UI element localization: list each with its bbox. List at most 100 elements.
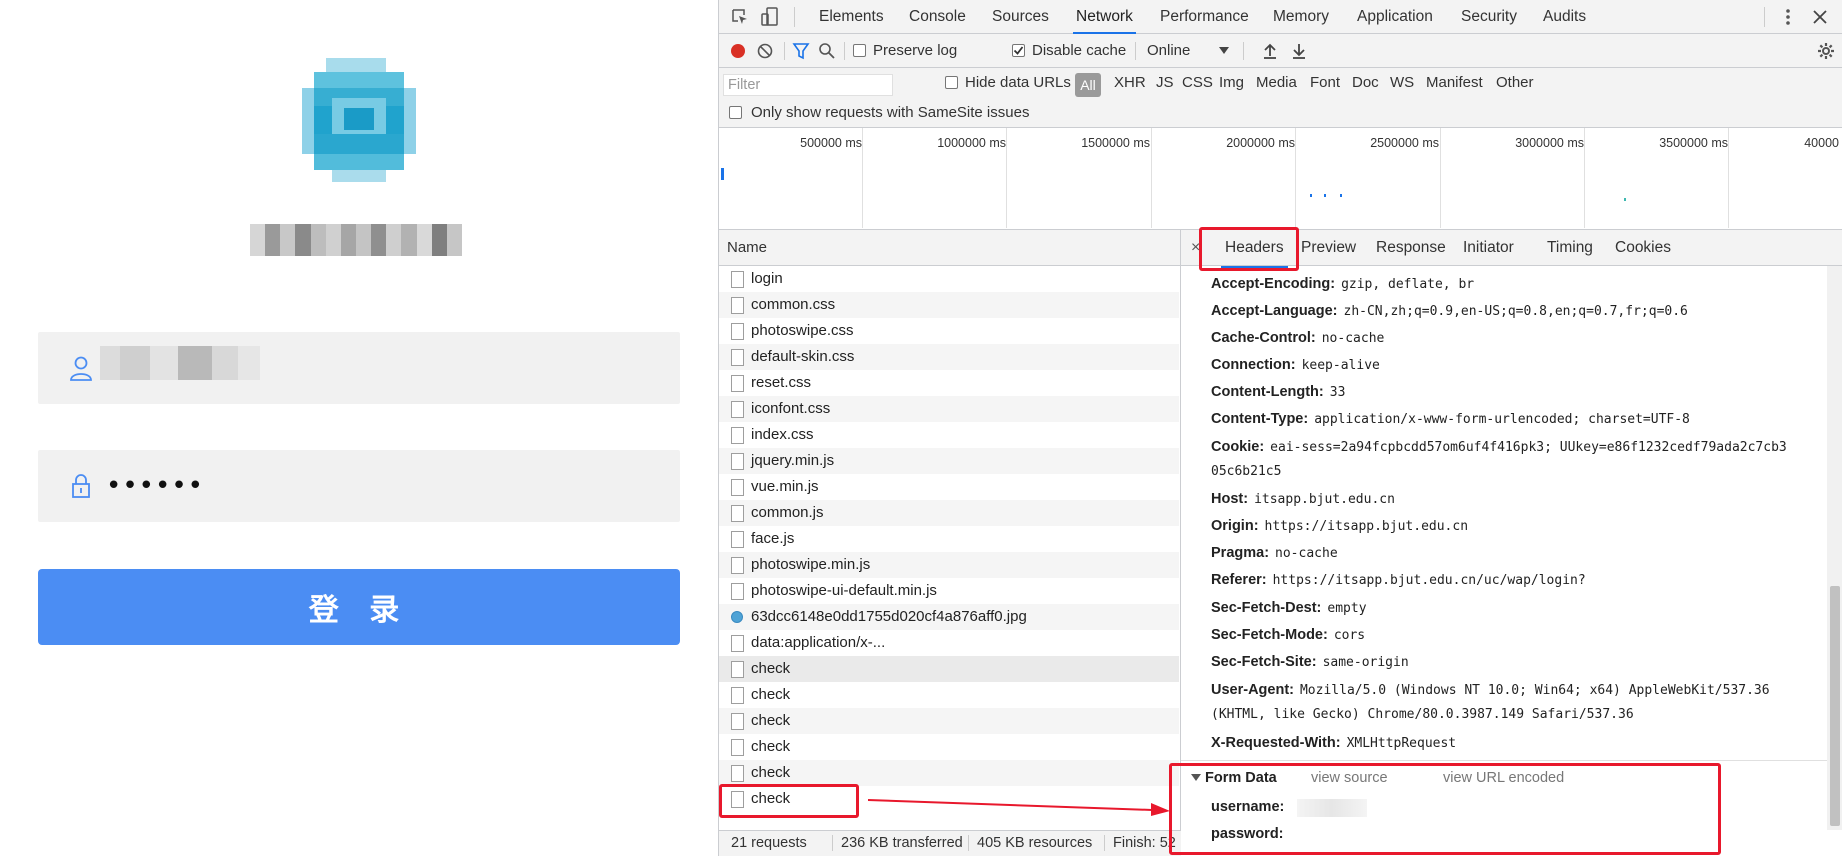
type-filter-ws[interactable]: WS <box>1390 74 1414 91</box>
type-filter-img[interactable]: Img <box>1219 74 1244 91</box>
request-row[interactable]: default-skin.css <box>719 344 1179 370</box>
close-devtools-icon[interactable] <box>1813 10 1827 24</box>
user-icon <box>70 356 92 381</box>
tab-elements[interactable]: Elements <box>819 0 884 34</box>
type-filter-media[interactable]: Media <box>1256 74 1297 91</box>
blurred-username <box>100 346 260 380</box>
request-row[interactable]: check <box>719 760 1179 786</box>
throttle-select[interactable]: Online <box>1147 42 1190 59</box>
scrollbar-thumb[interactable] <box>1830 586 1840 826</box>
request-row[interactable]: index.css <box>719 422 1179 448</box>
request-row[interactable]: check <box>719 734 1179 760</box>
request-row[interactable]: photoswipe-ui-default.min.js <box>719 578 1179 604</box>
type-filter-other[interactable]: Other <box>1496 74 1534 91</box>
tab-application[interactable]: Application <box>1357 0 1433 34</box>
inspect-element-icon[interactable] <box>731 8 749 26</box>
request-name: photoswipe.css <box>751 322 854 339</box>
password-field[interactable]: •••••• <box>38 450 680 522</box>
tab-security[interactable]: Security <box>1461 0 1517 34</box>
username-field[interactable] <box>38 332 680 404</box>
more-options-icon[interactable] <box>1785 8 1791 26</box>
disable-cache-checkbox[interactable] <box>1012 44 1025 57</box>
request-row[interactable]: common.css <box>719 292 1179 318</box>
request-name: reset.css <box>751 374 812 391</box>
tab-sources[interactable]: Sources <box>992 0 1049 34</box>
request-row[interactable]: reset.css <box>719 370 1179 396</box>
request-name: check <box>751 738 791 755</box>
timeline-tick: 3500000 ms <box>1659 136 1728 150</box>
hide-data-urls-checkbox[interactable] <box>945 76 958 89</box>
tab-performance[interactable]: Performance <box>1160 0 1249 34</box>
request-name: check <box>751 764 791 781</box>
request-row[interactable]: check <box>719 656 1179 682</box>
request-name: jquery.min.js <box>751 452 835 469</box>
tab-timing[interactable]: Timing <box>1547 230 1593 266</box>
clear-icon[interactable] <box>756 42 774 60</box>
type-filter-css[interactable]: CSS <box>1182 74 1213 91</box>
network-toolbar: Preserve log Disable cache Online <box>719 34 1842 68</box>
header-line: Pragma: no-cache <box>1211 545 1338 561</box>
request-name: check <box>751 686 791 703</box>
name-column-header[interactable]: Name <box>719 230 1180 266</box>
header-line: Origin: https://itsapp.bjut.edu.cn <box>1211 518 1469 534</box>
timeline-tick: 2500000 ms <box>1370 136 1439 150</box>
header-line: Sec-Fetch-Dest: empty <box>1211 600 1367 616</box>
tab-preview[interactable]: Preview <box>1301 230 1356 266</box>
request-row[interactable]: login <box>719 266 1179 292</box>
request-row[interactable]: face.js <box>719 526 1179 552</box>
request-row[interactable]: photoswipe.css <box>719 318 1179 344</box>
chevron-down-icon[interactable] <box>1219 47 1229 55</box>
filter-icon[interactable] <box>792 42 810 60</box>
preserve-log-checkbox[interactable] <box>853 44 866 57</box>
preserve-log-label: Preserve log <box>873 42 958 59</box>
settings-gear-icon[interactable] <box>1817 42 1835 60</box>
blurred-logo <box>302 58 416 182</box>
request-row[interactable]: check <box>719 708 1179 734</box>
type-filter-all[interactable]: All <box>1075 73 1101 97</box>
filter-input[interactable]: Filter <box>723 74 893 96</box>
request-row[interactable]: jquery.min.js <box>719 448 1179 474</box>
request-row[interactable]: vue.min.js <box>719 474 1179 500</box>
request-name: index.css <box>751 426 814 443</box>
type-filter-manifest[interactable]: Manifest <box>1426 74 1483 91</box>
tab-initiator[interactable]: Initiator <box>1463 230 1514 266</box>
tab-network[interactable]: Network <box>1073 0 1136 34</box>
tab-cookies[interactable]: Cookies <box>1615 230 1671 266</box>
samesite-checkbox[interactable] <box>729 106 742 119</box>
import-har-icon[interactable] <box>1262 42 1278 60</box>
login-button[interactable]: 登 录 <box>38 569 680 645</box>
request-row[interactable]: common.js <box>719 500 1179 526</box>
search-icon[interactable] <box>818 42 836 60</box>
timeline-request-mark <box>721 168 724 180</box>
type-filter-xhr[interactable]: XHR <box>1114 74 1146 91</box>
header-line: Referer: https://itsapp.bjut.edu.cn/uc/wa… <box>1211 572 1586 588</box>
annotation-headers-box <box>1199 227 1299 271</box>
network-filter-bar: Filter Hide data URLs All XHR JS CSS Img… <box>719 68 1842 128</box>
tab-response[interactable]: Response <box>1376 230 1446 266</box>
tab-audits[interactable]: Audits <box>1543 0 1586 34</box>
request-row[interactable]: check <box>719 682 1179 708</box>
request-row[interactable]: 63dcc6148e0dd1755d020cf4a876aff0.jpg <box>719 604 1179 630</box>
request-row[interactable]: iconfont.css <box>719 396 1179 422</box>
type-filter-js[interactable]: JS <box>1156 74 1174 91</box>
record-icon[interactable] <box>729 42 747 60</box>
tab-memory[interactable]: Memory <box>1273 0 1329 34</box>
timeline-overview[interactable]: 500000 ms 1000000 ms 1500000 ms 2000000 … <box>719 128 1842 230</box>
header-line: Host: itsapp.bjut.edu.cn <box>1211 491 1395 507</box>
request-name: iconfont.css <box>751 400 831 417</box>
login-page: •••••• 登 录 <box>0 0 718 856</box>
export-har-icon[interactable] <box>1291 42 1307 60</box>
request-name: photoswipe.min.js <box>751 556 871 573</box>
request-row[interactable]: photoswipe.min.js <box>719 552 1179 578</box>
type-filter-font[interactable]: Font <box>1310 74 1340 91</box>
request-name: check <box>751 660 791 677</box>
details-scrollbar[interactable] <box>1827 266 1842 830</box>
header-line: X-Requested-With: XMLHttpRequest <box>1211 735 1457 751</box>
request-row[interactable]: data:application/x-... <box>719 630 1179 656</box>
tab-console[interactable]: Console <box>909 0 966 34</box>
header-line: Content-Length: 33 <box>1211 384 1346 400</box>
type-filter-doc[interactable]: Doc <box>1352 74 1379 91</box>
image-file-icon <box>731 611 743 623</box>
header-line: Accept-Language: zh-CN,zh;q=0.9,en-US;q=0… <box>1211 303 1688 319</box>
device-toolbar-icon[interactable] <box>761 7 779 27</box>
